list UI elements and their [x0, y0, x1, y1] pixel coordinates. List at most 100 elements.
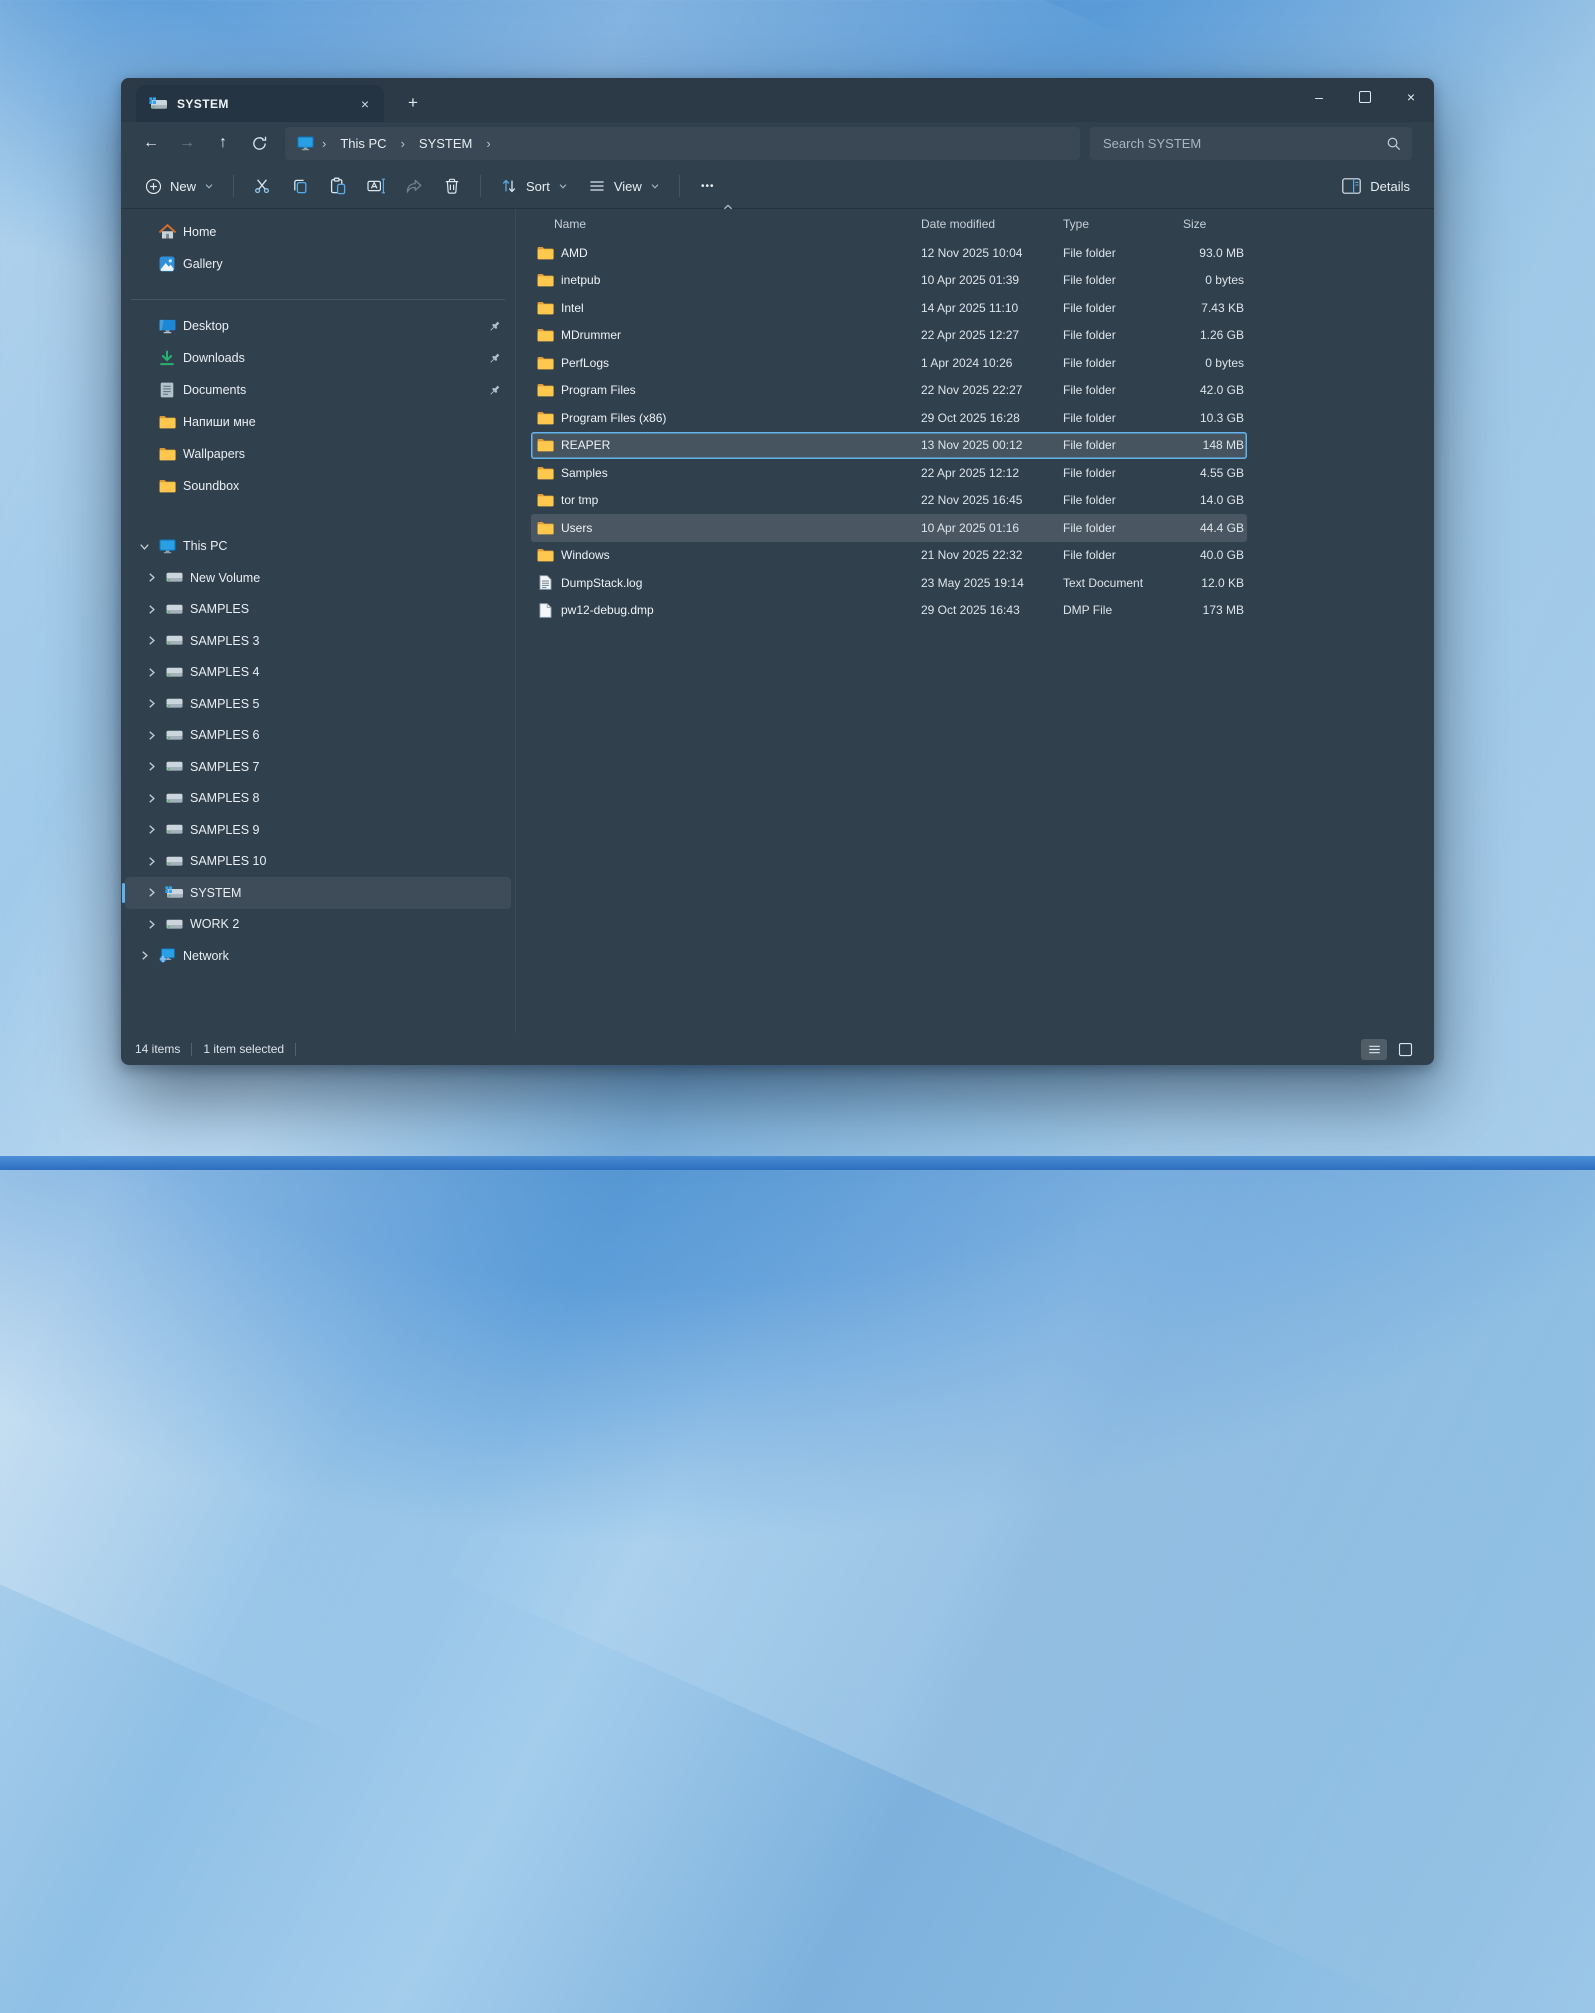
chevron-down-icon[interactable]: [137, 541, 151, 552]
details-view-toggle[interactable]: [1361, 1039, 1387, 1060]
sidebar-item-desktop[interactable]: Desktop: [125, 310, 511, 342]
chevron-right-icon[interactable]: [144, 761, 158, 772]
minimize-button[interactable]: –: [1296, 78, 1342, 116]
file-name-cell: Intel: [531, 301, 921, 315]
cut-icon: [253, 177, 271, 195]
sidebar-item-drive-samples-9[interactable]: SAMPLES 9: [125, 814, 511, 846]
sidebar-item-this-pc[interactable]: This PC: [125, 530, 511, 562]
file-row[interactable]: MDrummer22 Apr 2025 12:27File folder1.26…: [531, 322, 1247, 350]
rename-icon: [367, 177, 386, 195]
file-row[interactable]: tor tmp22 Nov 2025 16:45File folder14.0 …: [531, 487, 1247, 515]
chevron-right-icon[interactable]: [144, 793, 158, 804]
up-button[interactable]: ↑: [205, 127, 241, 159]
file-row[interactable]: Users10 Apr 2025 01:16File folder44.4 GB: [531, 514, 1247, 542]
file-name: REAPER: [561, 438, 610, 452]
separator: [480, 175, 481, 197]
chevron-right-icon[interactable]: [144, 667, 158, 678]
chevron-right-icon[interactable]: [144, 856, 158, 867]
copy-button[interactable]: [281, 170, 319, 202]
file-date: 14 Apr 2025 11:10: [921, 301, 1063, 315]
chevron-right-icon[interactable]: [144, 604, 158, 615]
file-row[interactable]: Samples22 Apr 2025 12:12File folder4.55 …: [531, 459, 1247, 487]
tab-system[interactable]: SYSTEM ×: [136, 85, 384, 122]
column-headers: Name Date modified Type Size: [531, 209, 1247, 239]
refresh-icon: [251, 135, 268, 152]
sidebar-item-drive-system[interactable]: SYSTEM: [125, 877, 511, 909]
sidebar-gap: [121, 502, 515, 530]
folder-icon: [537, 301, 554, 315]
breadcrumb-this-pc[interactable]: This PC: [334, 134, 392, 153]
forward-button[interactable]: →: [169, 127, 205, 159]
sidebar-item-drive-samples-5[interactable]: SAMPLES 5: [125, 688, 511, 720]
drive-icon: [165, 604, 183, 615]
details-pane-button[interactable]: Details: [1342, 178, 1410, 194]
sidebar-item-soundbox[interactable]: Soundbox: [125, 470, 511, 502]
breadcrumb-system[interactable]: SYSTEM: [413, 134, 478, 153]
file-row[interactable]: PerfLogs1 Apr 2024 10:26File folder0 byt…: [531, 349, 1247, 377]
file-name-cell: pw12-debug.dmp: [531, 603, 921, 618]
new-tab-button[interactable]: +: [396, 87, 430, 119]
thumbnail-view-toggle[interactable]: [1392, 1039, 1418, 1060]
this-pc-icon: [297, 136, 314, 151]
sidebar-item-drive-samples[interactable]: SAMPLES: [125, 594, 511, 626]
sidebar-item-drive-samples-4[interactable]: SAMPLES 4: [125, 657, 511, 689]
sidebar-item-label: Wallpapers: [183, 447, 245, 461]
chevron-right-icon[interactable]: [144, 572, 158, 583]
sidebar-item-home[interactable]: Home: [125, 216, 511, 248]
chevron-right-icon[interactable]: [144, 887, 158, 898]
sidebar-item-drive-samples-8[interactable]: SAMPLES 8: [125, 783, 511, 815]
new-button[interactable]: New: [135, 170, 224, 202]
sort-button[interactable]: Sort: [490, 170, 578, 202]
file-type: File folder: [1063, 493, 1183, 507]
search-input[interactable]: [1101, 135, 1378, 152]
sidebar-item-documents[interactable]: Documents: [125, 374, 511, 406]
rename-button[interactable]: [357, 170, 395, 202]
back-button[interactable]: ←: [133, 127, 169, 159]
file-row[interactable]: Intel14 Apr 2025 11:10File folder7.43 KB: [531, 294, 1247, 322]
tab-close-button[interactable]: ×: [352, 92, 378, 116]
file-row[interactable]: pw12-debug.dmp29 Oct 2025 16:43DMP File1…: [531, 597, 1247, 625]
view-button[interactable]: View: [578, 170, 670, 202]
chevron-right-icon[interactable]: [144, 824, 158, 835]
more-options-button[interactable]: •••: [689, 170, 727, 202]
sidebar-item-label: SAMPLES 3: [190, 634, 259, 648]
file-row[interactable]: DumpStack.log23 May 2025 19:14Text Docum…: [531, 569, 1247, 597]
chevron-right-icon[interactable]: [144, 635, 158, 646]
file-date: 12 Nov 2025 10:04: [921, 246, 1063, 260]
file-row[interactable]: AMD12 Nov 2025 10:04File folder93.0 MB: [531, 239, 1247, 267]
delete-button[interactable]: [433, 170, 471, 202]
file-row[interactable]: Program Files22 Nov 2025 22:27File folde…: [531, 377, 1247, 405]
cut-button[interactable]: [243, 170, 281, 202]
address-bar[interactable]: › This PC › SYSTEM ›: [285, 127, 1080, 160]
sidebar-item-drive-samples-10[interactable]: SAMPLES 10: [125, 846, 511, 878]
close-button[interactable]: ×: [1388, 78, 1434, 116]
file-row[interactable]: Windows21 Nov 2025 22:32File folder40.0 …: [531, 542, 1247, 570]
file-type: File folder: [1063, 301, 1183, 315]
sidebar-item-wallpapers[interactable]: Wallpapers: [125, 438, 511, 470]
file-name: Samples: [561, 466, 608, 480]
column-header-type[interactable]: Type: [1063, 217, 1183, 231]
sidebar-item-drive-work-2[interactable]: WORK 2: [125, 909, 511, 941]
chevron-right-icon[interactable]: [144, 730, 158, 741]
share-button[interactable]: [395, 170, 433, 202]
chevron-right-icon[interactable]: [144, 698, 158, 709]
file-row[interactable]: Program Files (x86)29 Oct 2025 16:28File…: [531, 404, 1247, 432]
file-row[interactable]: REAPER13 Nov 2025 00:12File folder148 MB: [531, 432, 1247, 460]
refresh-button[interactable]: [241, 127, 277, 159]
column-header-size[interactable]: Size: [1183, 217, 1247, 231]
file-row[interactable]: inetpub10 Apr 2025 01:39File folder0 byt…: [531, 267, 1247, 295]
chevron-right-icon[interactable]: [137, 950, 151, 961]
sidebar-item-drive-new-volume[interactable]: New Volume: [125, 562, 511, 594]
column-header-name[interactable]: Name: [531, 217, 921, 231]
sidebar-item-gallery[interactable]: Gallery: [125, 248, 511, 280]
sidebar-item-network[interactable]: Network: [125, 940, 511, 972]
paste-button[interactable]: [319, 170, 357, 202]
maximize-button[interactable]: [1342, 78, 1388, 116]
sidebar-item-downloads[interactable]: Downloads: [125, 342, 511, 374]
sidebar-item-drive-samples-7[interactable]: SAMPLES 7: [125, 751, 511, 783]
sidebar-item-folder-4[interactable]: Напиши мне: [125, 406, 511, 438]
chevron-right-icon[interactable]: [144, 919, 158, 930]
sidebar-item-drive-samples-3[interactable]: SAMPLES 3: [125, 625, 511, 657]
column-header-date[interactable]: Date modified: [921, 217, 1063, 231]
sidebar-item-drive-samples-6[interactable]: SAMPLES 6: [125, 720, 511, 752]
